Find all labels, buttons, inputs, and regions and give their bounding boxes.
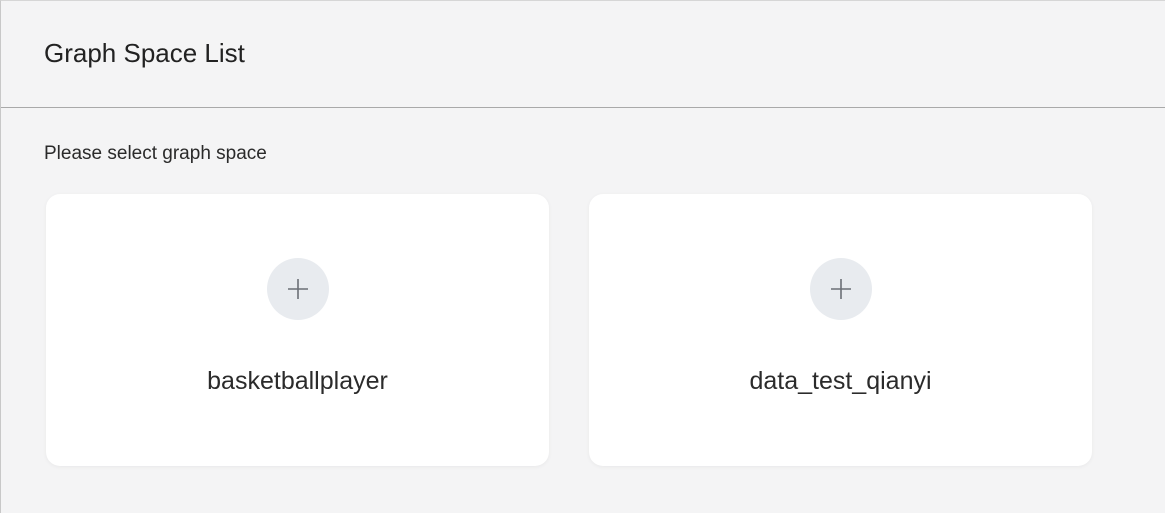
space-card-list: basketballplayer data_test_qianyi — [46, 194, 1092, 466]
select-prompt: Please select graph space — [44, 143, 267, 164]
space-card-label: data_test_qianyi — [749, 367, 932, 395]
space-card-data-test-qianyi[interactable]: data_test_qianyi — [589, 194, 1092, 466]
panel-header: Graph Space List — [1, 1, 1165, 108]
page-title: Graph Space List — [44, 38, 245, 68]
space-card-basketballplayer[interactable]: basketballplayer — [46, 194, 549, 466]
plus-icon — [266, 258, 329, 320]
plus-icon — [809, 258, 872, 320]
space-card-label: basketballplayer — [207, 367, 388, 395]
graph-space-panel: Graph Space List Please select graph spa… — [0, 0, 1165, 513]
